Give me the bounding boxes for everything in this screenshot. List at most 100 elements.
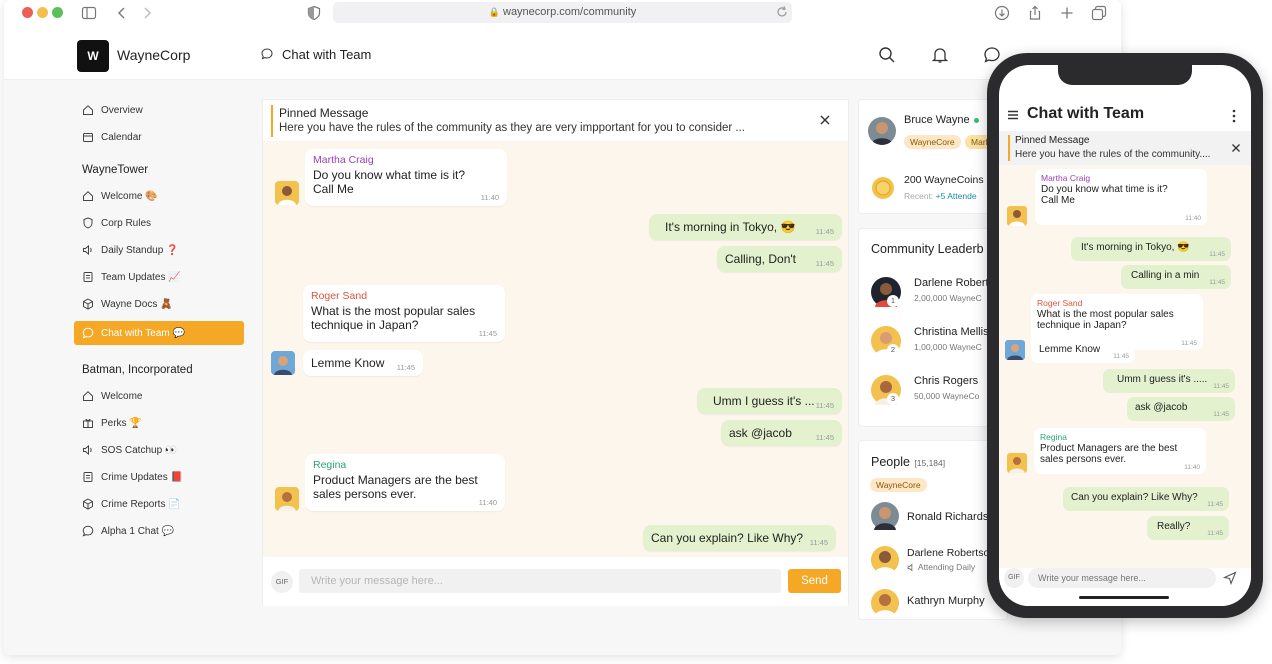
app-header: W WayneCorp Chat with Team — [4, 28, 1121, 80]
sidebar-item-welcome-2[interactable]: Welcome — [82, 386, 143, 406]
new-tab-icon[interactable] — [1059, 5, 1075, 21]
sidebar-item-welcome[interactable]: Welcome 🎨 — [82, 186, 158, 206]
sidebar-item-chat-with-team[interactable]: Chat with Team 💬 — [82, 323, 185, 343]
sidebar-item-crime-reports[interactable]: Crime Reports 📄 — [82, 494, 181, 514]
message-text: Call Me — [1041, 195, 1075, 206]
download-icon[interactable] — [994, 5, 1010, 21]
phone-message-input[interactable] — [1028, 568, 1216, 588]
people-title: People — [871, 455, 910, 469]
message-text: What is the most popular sales — [311, 304, 476, 318]
message-time: 11:45 — [1213, 411, 1229, 418]
message-bubble-outgoing[interactable]: ask @jacob 11:45 — [1127, 397, 1235, 421]
avatar[interactable] — [271, 351, 295, 375]
menu-icon[interactable] — [1007, 109, 1019, 121]
sidebar-item-alpha-1-chat[interactable]: Alpha 1 Chat 💬 — [82, 521, 174, 541]
sidebar-item-team-updates[interactable]: Team Updates 📈 — [82, 267, 181, 287]
avatar[interactable] — [1007, 206, 1027, 226]
person-name[interactable]: Kathryn Murphy — [907, 595, 985, 607]
avatar[interactable] — [868, 117, 896, 145]
leaderboard-coins: 2,00,000 WayneC — [914, 293, 982, 303]
message-bubble-outgoing[interactable]: Can you explain? Like Why? 11:45 — [643, 525, 836, 551]
send-icon[interactable] — [1223, 571, 1237, 585]
sidebar-item-label: Crime Reports 📄 — [101, 498, 181, 510]
search-icon[interactable] — [878, 46, 896, 64]
message-bubble[interactable]: Lemme Know 11:45 — [1031, 339, 1135, 363]
cube-icon — [82, 298, 94, 310]
sidebar-item-corp-rules[interactable]: Corp Rules — [82, 213, 151, 233]
phone-chat-title: Chat with Team — [1027, 105, 1145, 122]
minimize-window-button[interactable] — [37, 7, 48, 18]
sidebar-item-sos-catchup[interactable]: SOS Catchup 👀 — [82, 440, 177, 460]
message-bubble-outgoing[interactable]: It's morning in Tokyo, 😎 11:45 — [1071, 237, 1231, 261]
message-bubble[interactable]: Regina Product Managers are the best sal… — [305, 454, 505, 511]
sidebar-toggle-icon[interactable] — [81, 5, 97, 21]
maximize-window-button[interactable] — [52, 7, 63, 18]
sidebar-item-daily-standup[interactable]: Daily Standup ❓ — [82, 240, 179, 260]
sidebar-item-crime-updates[interactable]: Crime Updates 📕 — [82, 467, 183, 487]
leaderboard-name[interactable]: Darlene Robert — [914, 277, 989, 289]
message-bubble-outgoing[interactable]: Umm I guess it's ... 11:45 — [697, 388, 842, 414]
message-bubble-outgoing[interactable]: Can you explain? Like Why? 11:45 — [1063, 487, 1229, 511]
people-filter[interactable]: WayneCore — [870, 475, 927, 493]
phone-notch — [1058, 65, 1192, 85]
tag-badge[interactable]: WayneCore — [904, 135, 961, 149]
tag-badge[interactable]: WayneCore — [870, 478, 927, 492]
person-name[interactable]: Darlene Robertso — [907, 547, 989, 559]
message-time: 11:45 — [1209, 251, 1225, 258]
close-window-button[interactable] — [22, 7, 33, 18]
sidebar-item-perks[interactable]: Perks 🏆 — [82, 413, 142, 433]
send-button[interactable]: Send — [788, 569, 841, 593]
shield-icon[interactable] — [306, 5, 322, 21]
message-text: Do you know what time is it? — [1041, 184, 1168, 195]
chat-bubble-icon — [261, 48, 273, 60]
message-bubble-outgoing[interactable]: Calling, Don't 11:45 — [717, 246, 842, 272]
close-icon[interactable] — [819, 114, 831, 126]
avatar[interactable] — [275, 487, 299, 511]
message-bubble[interactable]: Roger Sand What is the most popular sale… — [303, 285, 505, 342]
gif-button[interactable]: GIF — [271, 571, 293, 593]
person-name[interactable]: Ronald Richards — [907, 511, 988, 523]
messages-icon[interactable] — [983, 46, 1001, 64]
avatar[interactable] — [275, 181, 299, 205]
wayne-logo[interactable]: W — [77, 40, 109, 72]
pinned-message[interactable]: Pinned Message Here you have the rules o… — [263, 100, 848, 141]
message-bubble[interactable]: Regina Product Managers are the best sal… — [1034, 428, 1206, 474]
phone-pinned-message[interactable]: Pinned Message Here you have the rules o… — [999, 131, 1251, 165]
sidebar-item-calendar[interactable]: Calendar — [82, 127, 142, 147]
message-bubble[interactable]: Martha Craig Do you know what time is it… — [1035, 169, 1207, 225]
profile-name: Bruce Wayne — [904, 114, 970, 126]
avatar[interactable] — [1005, 340, 1025, 360]
back-icon[interactable] — [114, 5, 130, 21]
calendar-icon — [82, 131, 94, 143]
leaderboard-name[interactable]: Christina Mellis — [914, 326, 989, 338]
avatar[interactable] — [871, 502, 899, 530]
url-bar[interactable]: 🔒 waynecorp.com/community — [333, 2, 792, 23]
message-bubble-outgoing[interactable]: It's morning in Tokyo, 😎 11:45 — [649, 214, 842, 240]
message-bubble-outgoing[interactable]: ask @jacob 11:45 — [721, 420, 842, 446]
gif-button[interactable]: GIF — [1004, 568, 1024, 588]
message-bubble-outgoing[interactable]: Calling in a min 11:45 — [1121, 265, 1231, 289]
tabs-overview-icon[interactable] — [1091, 5, 1107, 21]
sidebar-item-label: Overview — [101, 104, 143, 116]
leaderboard-name[interactable]: Chris Rogers — [914, 375, 978, 387]
recent-attendees[interactable]: Recent: +5 Attende — [904, 191, 977, 201]
share-icon[interactable] — [1027, 5, 1043, 21]
avatar[interactable] — [871, 546, 899, 574]
message-bubble[interactable]: Martha Craig Do you know what time is it… — [305, 149, 507, 206]
more-options-icon[interactable] — [1231, 109, 1237, 123]
bell-icon[interactable] — [931, 46, 949, 64]
message-bubble-outgoing[interactable]: Really? 11:45 — [1147, 516, 1229, 540]
message-bubble-outgoing[interactable]: Umm I guess it's ..... 11:45 — [1103, 369, 1235, 393]
forward-icon[interactable] — [139, 5, 155, 21]
reload-icon[interactable] — [775, 5, 791, 21]
online-status-dot — [974, 118, 979, 123]
message-bubble[interactable]: Lemme Know 11:45 — [303, 350, 423, 376]
close-icon[interactable] — [1231, 143, 1241, 153]
phone-chat-area: Pinned Message Here you have the rules o… — [999, 131, 1251, 568]
message-input[interactable] — [299, 569, 781, 593]
sidebar-item-overview[interactable]: Overview — [82, 100, 143, 120]
sidebar-item-wayne-docs[interactable]: Wayne Docs 🧸 — [82, 294, 173, 314]
avatar[interactable] — [871, 589, 899, 617]
avatar[interactable] — [1007, 453, 1027, 473]
sidebar-item-label: Corp Rules — [101, 217, 152, 229]
